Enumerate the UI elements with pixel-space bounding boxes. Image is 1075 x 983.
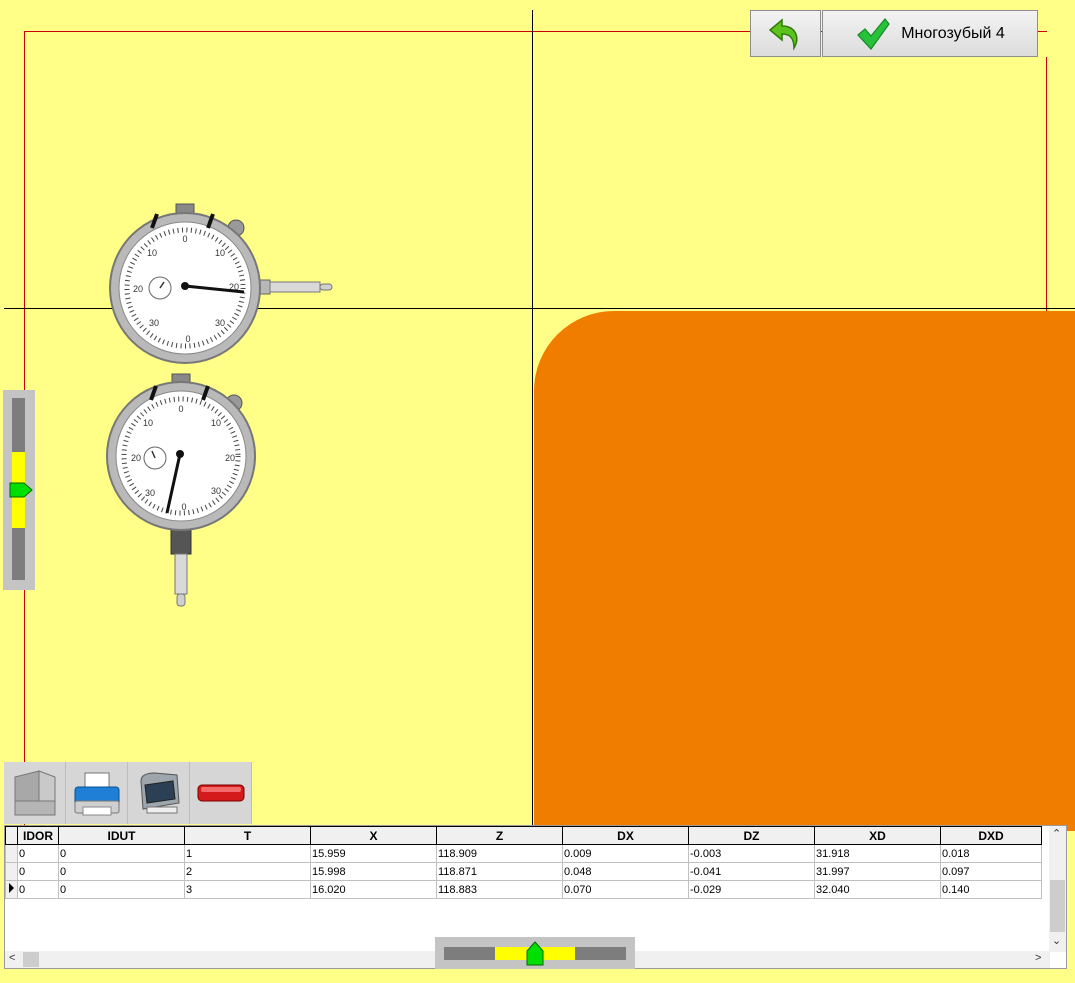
- column-header-x[interactable]: X: [310, 826, 437, 845]
- row-indicator[interactable]: [5, 844, 18, 863]
- table-cell[interactable]: 0: [17, 862, 59, 881]
- scroll-left-icon[interactable]: <: [9, 952, 15, 964]
- table-cell[interactable]: 15.998: [310, 862, 437, 881]
- vertical-scroll-thumb[interactable]: [1050, 880, 1065, 932]
- table-cell[interactable]: 0: [17, 880, 59, 899]
- table-cell[interactable]: 0.048: [562, 862, 689, 881]
- gauge-tick-label: 10: [215, 248, 225, 258]
- bottom-toolbar: [4, 762, 252, 824]
- scroll-right-icon[interactable]: >: [1035, 952, 1041, 964]
- table-cell[interactable]: 1: [184, 844, 311, 863]
- gauge-tick-label: 30: [211, 486, 221, 496]
- part-view-button[interactable]: [4, 762, 66, 824]
- gauge-tick-label: 10: [147, 248, 157, 258]
- undo-arrow-icon: [768, 17, 797, 51]
- table-header-row: IDOR IDUT T X Z DX DZ XD DXD: [5, 826, 1042, 845]
- gauge-tick-label: 0: [178, 404, 183, 414]
- column-header-idut[interactable]: IDUT: [58, 826, 185, 845]
- dial-gauge-top: 0 10 20 30 30 20 10 0: [109, 203, 333, 364]
- dial-gauge-bottom: 0 10 20 30 30 20 10 0: [106, 373, 256, 607]
- column-header-dxd[interactable]: DXD: [940, 826, 1042, 845]
- table-cell[interactable]: 0.097: [940, 862, 1042, 881]
- measurement-table: IDOR IDUT T X Z DX DZ XD DXD 0 0 1 15.95…: [5, 826, 1042, 899]
- gauge-tick-label: 20: [225, 453, 235, 463]
- slider-thumb-arrow-icon[interactable]: [8, 480, 34, 500]
- table-cell[interactable]: -0.003: [688, 844, 815, 863]
- column-header-t[interactable]: T: [184, 826, 311, 845]
- table-cell[interactable]: 31.918: [814, 844, 941, 863]
- table-cell[interactable]: 3: [184, 880, 311, 899]
- column-header-dx[interactable]: DX: [562, 826, 689, 845]
- table-cell[interactable]: 0.140: [940, 880, 1042, 899]
- table-cell[interactable]: 0: [58, 844, 185, 863]
- gauge-tick-label: 20: [133, 284, 143, 294]
- table-row-current[interactable]: 0 0 3 16.020 118.883 0.070 -0.029 32.040…: [5, 880, 1042, 899]
- gauge-tick-label: 10: [143, 418, 153, 428]
- table-row[interactable]: 0 0 2 15.998 118.871 0.048 -0.041 31.997…: [5, 862, 1042, 881]
- printer-icon: [74, 772, 119, 816]
- table-cell[interactable]: 0: [17, 844, 59, 863]
- vertical-scrollbar[interactable]: ⌃ ⌄: [1049, 826, 1066, 952]
- print-button[interactable]: [66, 762, 128, 824]
- crosshair-vertical: [532, 10, 533, 825]
- row-indicator[interactable]: [5, 862, 18, 881]
- row-indicator-header: [5, 826, 18, 845]
- table-cell[interactable]: 0.018: [940, 844, 1042, 863]
- scroll-up-icon[interactable]: ⌃: [1052, 827, 1061, 840]
- back-button[interactable]: [750, 10, 821, 57]
- table-cell[interactable]: 0: [58, 880, 185, 899]
- row-indicator-current[interactable]: [5, 880, 18, 899]
- table-cell[interactable]: 2: [184, 862, 311, 881]
- gauge-tick-label: 20: [131, 453, 141, 463]
- part-view-icon: [14, 770, 55, 816]
- table-cell[interactable]: 15.959: [310, 844, 437, 863]
- vertical-position-slider[interactable]: [3, 390, 35, 590]
- scroll-down-icon[interactable]: ⌄: [1052, 934, 1061, 947]
- table-cell[interactable]: 0.009: [562, 844, 689, 863]
- table-cell[interactable]: 118.909: [436, 844, 563, 863]
- stop-button[interactable]: [190, 762, 252, 824]
- column-header-dz[interactable]: DZ: [688, 826, 815, 845]
- gauge-tick-label: 10: [211, 418, 221, 428]
- gauge-tick-label: 30: [145, 488, 155, 498]
- table-cell[interactable]: 32.040: [814, 880, 941, 899]
- confirm-tool-label: Многозубый 4: [901, 24, 1005, 42]
- column-header-z[interactable]: Z: [436, 826, 563, 845]
- horizontal-scroll-thumb[interactable]: [23, 952, 39, 967]
- horizontal-position-slider[interactable]: [435, 937, 635, 969]
- gauge-tick-label: 30: [215, 318, 225, 328]
- gauge-tick-label: 30: [149, 318, 159, 328]
- table-cell[interactable]: 16.020: [310, 880, 437, 899]
- table-cell[interactable]: -0.041: [688, 862, 815, 881]
- table-cell[interactable]: 118.871: [436, 862, 563, 881]
- gauge-tick-label: 0: [185, 334, 190, 344]
- table-cell[interactable]: 0.070: [562, 880, 689, 899]
- table-cell[interactable]: 118.883: [436, 880, 563, 899]
- label-print-button[interactable]: [128, 762, 190, 824]
- label-printer-icon: [139, 772, 180, 814]
- gauge-tick-label: 0: [181, 502, 186, 512]
- table-cell[interactable]: -0.029: [688, 880, 815, 899]
- column-header-xd[interactable]: XD: [814, 826, 941, 845]
- table-row[interactable]: 0 0 1 15.959 118.909 0.009 -0.003 31.918…: [5, 844, 1042, 863]
- table-cell[interactable]: 31.997: [814, 862, 941, 881]
- confirm-tool-button[interactable]: Многозубый 4: [822, 10, 1038, 57]
- red-bar-icon: [197, 784, 244, 802]
- gauge-tick-label: 0: [182, 234, 187, 244]
- workpiece-part: [534, 311, 1075, 831]
- current-row-arrow-icon: [9, 883, 14, 893]
- column-header-idor[interactable]: IDOR: [17, 826, 59, 845]
- slider-thumb-arrow-icon[interactable]: [524, 939, 546, 967]
- table-cell[interactable]: 0: [58, 862, 185, 881]
- checkmark-icon: [857, 17, 890, 50]
